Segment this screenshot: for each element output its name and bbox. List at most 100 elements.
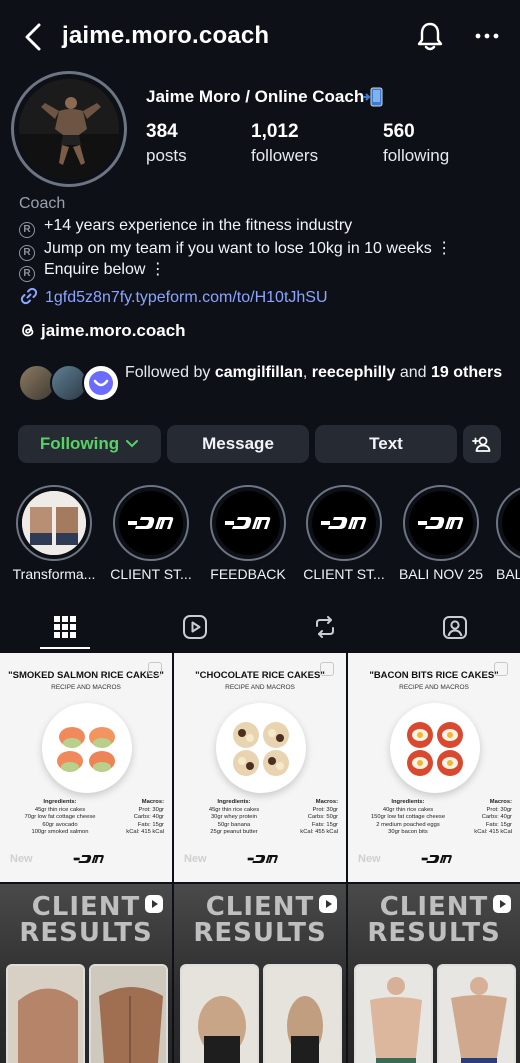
macro: Carbs: 40gr (133, 814, 164, 821)
more-horizontal-icon[interactable] (474, 26, 500, 46)
bell-icon[interactable] (416, 20, 444, 52)
recipe-subtitle: RECIPE AND MACROS (225, 684, 295, 691)
food-plate-image (42, 703, 132, 793)
coach-logo-icon (418, 517, 464, 529)
transformation-thumbnail (22, 491, 86, 555)
food-plate-image (390, 703, 480, 793)
bio-line: R Jump on my team if you want to lose 10k… (19, 238, 452, 261)
reel-tile[interactable]: CLIENT RESULTS (0, 884, 172, 1063)
highlight-item[interactable]: CLIENT ST... (299, 485, 389, 582)
coach-logo-icon (321, 517, 367, 529)
reel-tile[interactable]: CLIENT RESULTS (348, 884, 520, 1063)
new-tag: New (184, 853, 207, 865)
followed-by-and: and (399, 364, 427, 381)
stat-following[interactable]: 560 following (383, 121, 449, 166)
ingredient: 70gr low fat cottage cheese (24, 814, 96, 821)
physique-before-image (356, 966, 431, 1063)
threads-badge[interactable]: jaime.moro.coach (19, 321, 186, 341)
recipe-title: "BACON BITS RICE CAKES" (369, 670, 499, 681)
macro: Prot: 30gr (138, 806, 164, 813)
before-photo (354, 964, 433, 1063)
avatar (82, 364, 120, 402)
bio-text: +14 years experience in the fitness indu… (44, 217, 353, 234)
highlight-item[interactable]: Transforma... (9, 485, 99, 582)
stat-followers-value: 1,012 (251, 121, 299, 142)
add-person-button[interactable] (463, 425, 501, 463)
text-button[interactable]: Text (315, 425, 457, 463)
post-tile[interactable]: "BACON BITS RICE CAKES" RECIPE AND MACRO… (348, 653, 520, 882)
recipe-macros: Macros: Prot: 30gr Carbs: 40gr Fats: 15g… (456, 799, 512, 837)
followed-by-text[interactable]: Followed by camgilfillan, reecephilly an… (125, 362, 505, 383)
following-button[interactable]: Following (18, 425, 161, 463)
follower-name: reecephilly (311, 364, 396, 381)
avatar[interactable] (19, 79, 119, 179)
highlight-item[interactable]: CLIENT ST... (106, 485, 196, 582)
highlight-item[interactable]: BALI NOV 25 (396, 485, 486, 582)
add-person-icon (472, 436, 491, 452)
bio-link-text: 1gfd5z8n7fy.typeform.com/to/H10tJhSU (45, 289, 328, 306)
highlight-ring (113, 485, 189, 561)
highlight-cover (409, 491, 473, 555)
after-photo (437, 964, 516, 1063)
recipe-ingredients: Ingredients: 40gr thin rice cakes 150gr … (358, 799, 458, 837)
highlight-cover (22, 491, 86, 555)
threads-icon (22, 324, 34, 337)
new-tag: New (358, 853, 381, 865)
ingredient: 60gr avocado (42, 821, 78, 828)
message-button[interactable]: Message (167, 425, 309, 463)
threads-handle: jaime.moro.coach (41, 321, 186, 340)
multi-post-icon (148, 662, 162, 676)
highlight-ring (16, 485, 92, 561)
physique-after-image (91, 966, 166, 1063)
post-tile[interactable]: "CHOCOLATE RICE CAKES" RECIPE AND MACROS… (174, 653, 346, 882)
before-photo (180, 964, 259, 1063)
stat-followers-label: followers (251, 146, 319, 165)
tab-reposts[interactable] (260, 602, 390, 652)
physique-before-image (8, 966, 83, 1063)
brand-logo-icon (89, 371, 113, 395)
followed-by-avatars[interactable] (18, 364, 120, 404)
stat-following-value: 560 (383, 121, 415, 142)
ingredient: 50gr banana (217, 821, 251, 828)
recipe-ingredients: Ingredients: 45gr thin rice cakes 70gr l… (10, 799, 110, 837)
stat-posts-label: posts (146, 146, 187, 165)
reel-tile[interactable]: CLIENT RESULTS (174, 884, 346, 1063)
top-bar: jaime.moro.coach (0, 0, 520, 72)
bio-text: Jump on my team if you want to lose 10kg… (44, 240, 453, 257)
highlight-cover (312, 491, 376, 555)
following-label: Following (39, 434, 120, 453)
stat-followers[interactable]: 1,012 followers (251, 121, 318, 166)
reels-icon (183, 615, 207, 639)
highlight-item[interactable]: BAL (493, 485, 520, 582)
recipe-subtitle: RECIPE AND MACROS (399, 684, 469, 691)
stat-posts[interactable]: 384 posts (146, 121, 187, 166)
reel-play-icon (319, 895, 337, 913)
highlight-ring (496, 485, 520, 561)
profile-username: jaime.moro.coach (62, 22, 270, 49)
tab-posts-grid[interactable] (0, 602, 130, 652)
macros-heading: Macros: (315, 799, 338, 805)
highlight-item[interactable]: FEEDBACK (203, 485, 293, 582)
post-tile[interactable]: "SMOKED SALMON RICE CAKES" RECIPE AND MA… (0, 653, 172, 882)
macro: Carbs: 40gr (481, 814, 512, 821)
profile-category: Coach (19, 195, 66, 212)
tab-reels[interactable] (130, 602, 260, 652)
profile-tabs (0, 602, 520, 652)
tab-tagged[interactable] (390, 602, 520, 652)
highlight-label: CLIENT ST... (110, 566, 192, 582)
smoked-salmon-image (57, 727, 115, 772)
macro: Fats: 15gr (485, 821, 512, 828)
highlight-label: BALI NOV 25 (398, 566, 484, 582)
highlight-ring (306, 485, 382, 561)
ingredient: 40gr thin rice cakes (382, 806, 434, 813)
grid-icon (54, 616, 76, 638)
highlight-label: BAL (496, 566, 520, 582)
highlight-label: Transforma... (12, 566, 96, 582)
ingredient: 45gr thin rice cakes (208, 806, 260, 813)
coach-logo-icon (128, 517, 174, 529)
followed-by-prefix: Followed by (125, 364, 211, 381)
chevron-left-icon[interactable] (22, 22, 46, 52)
macros-heading: Macros: (489, 799, 512, 805)
bio-link[interactable]: 1gfd5z8n7fy.typeform.com/to/H10tJhSU (19, 286, 328, 307)
ingredient: 2 medium poached eggs (376, 821, 440, 828)
